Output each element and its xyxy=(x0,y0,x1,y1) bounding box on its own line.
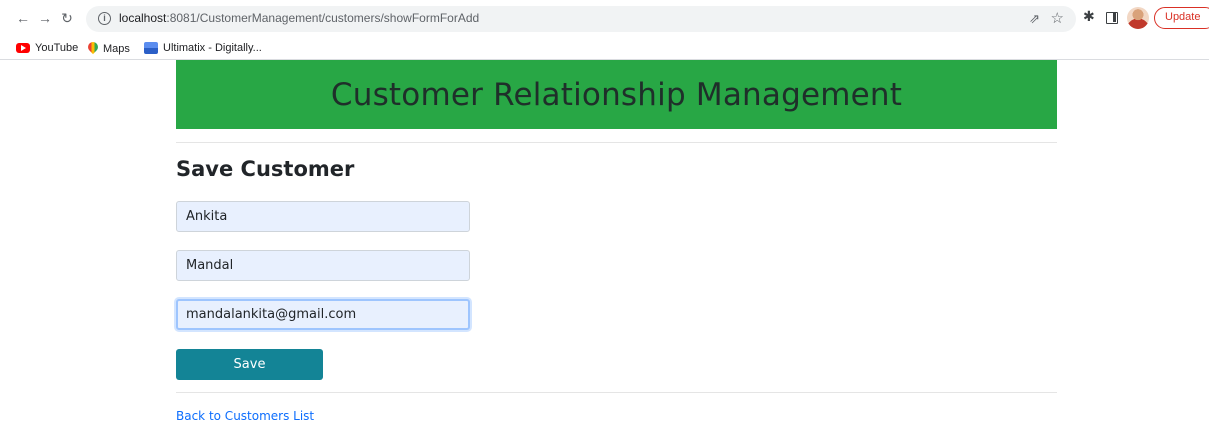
browser-toolbar: ← → ↻ i localhost:8081/CustomerManagemen… xyxy=(0,0,1209,38)
ultimatix-icon xyxy=(144,42,158,54)
bookmark-maps[interactable]: Maps xyxy=(88,42,130,55)
maps-icon xyxy=(88,42,98,55)
side-panel-icon[interactable] xyxy=(1106,12,1118,24)
last-name-field[interactable] xyxy=(176,250,470,281)
divider-bottom xyxy=(176,392,1057,393)
first-name-field[interactable] xyxy=(176,201,470,232)
bookmark-ultimatix[interactable]: Ultimatix - Digitally... xyxy=(144,42,262,54)
bookmark-youtube[interactable]: YouTube xyxy=(16,42,78,54)
back-arrow-icon[interactable]: ← xyxy=(14,9,32,27)
update-button[interactable]: Update xyxy=(1154,7,1209,29)
extensions-puzzle-icon[interactable]: ✱ xyxy=(1083,9,1095,23)
page-title: Customer Relationship Management xyxy=(330,76,903,113)
url-text[interactable]: localhost:8081/CustomerManagement/custom… xyxy=(119,11,479,25)
bookmark-star-icon[interactable]: ☆ xyxy=(1051,9,1064,27)
divider-top xyxy=(176,142,1057,143)
page-header: Customer Relationship Management xyxy=(176,60,1057,129)
bookmarks-bar: YouTube Maps Ultimatix - Digitally... xyxy=(0,38,1209,60)
form-title: Save Customer xyxy=(176,157,355,181)
profile-avatar[interactable] xyxy=(1127,7,1149,29)
address-bar[interactable]: i localhost:8081/CustomerManagement/cust… xyxy=(86,6,1076,32)
url-host: localhost xyxy=(119,11,167,25)
youtube-icon xyxy=(16,43,30,53)
reload-icon[interactable]: ↻ xyxy=(58,9,76,27)
bookmark-label: Maps xyxy=(103,42,130,55)
share-icon[interactable]: ⇗ xyxy=(1029,11,1040,27)
url-path: :8081/CustomerManagement/customers/showF… xyxy=(166,11,480,25)
site-info-icon[interactable]: i xyxy=(98,12,111,25)
save-button[interactable]: Save xyxy=(176,349,323,380)
email-field[interactable] xyxy=(176,299,470,330)
bookmark-label: YouTube xyxy=(35,42,79,54)
bookmark-label: Ultimatix - Digitally... xyxy=(163,42,262,54)
forward-arrow-icon[interactable]: → xyxy=(36,9,54,27)
